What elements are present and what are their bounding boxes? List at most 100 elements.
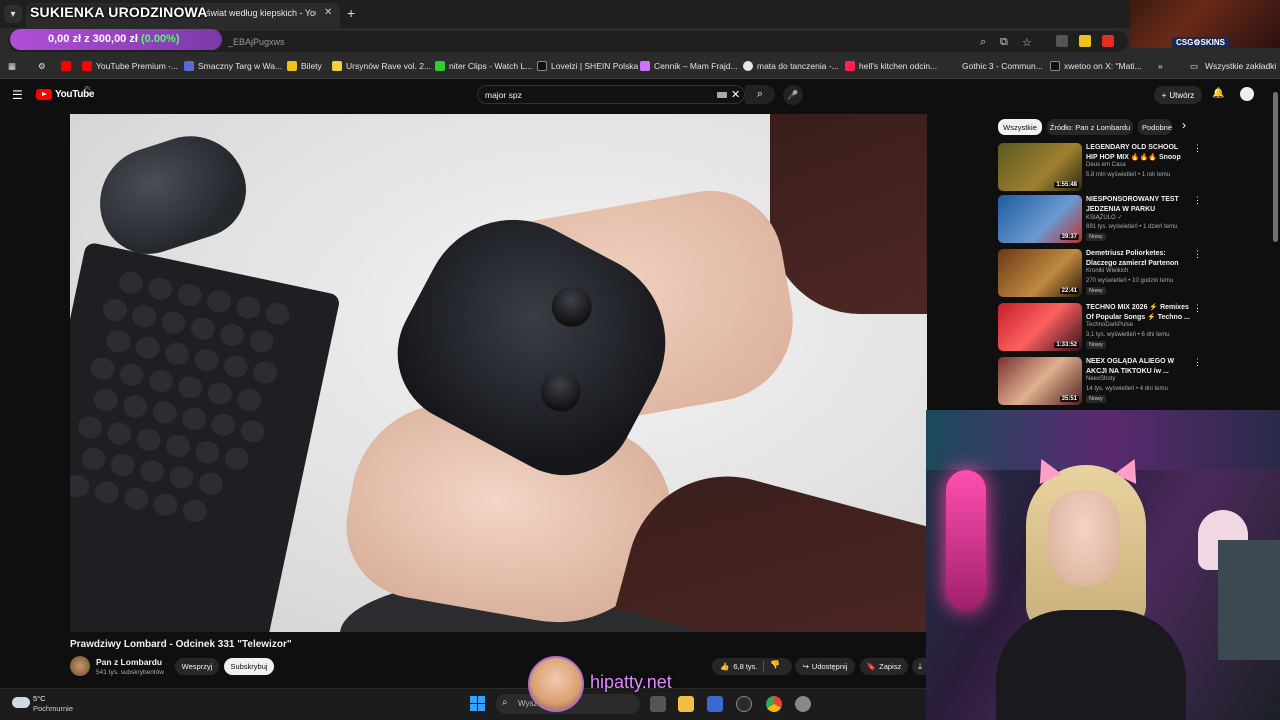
- bookmarks-overflow-icon[interactable]: »: [1158, 61, 1163, 71]
- recommendation-channel[interactable]: TechnoDarkPulse: [1086, 322, 1133, 328]
- chip-all[interactable]: Wszystkie: [998, 119, 1042, 135]
- file-explorer-icon[interactable]: [678, 696, 694, 712]
- more-options-icon[interactable]: ⋮: [1193, 303, 1202, 314]
- bookmark-item[interactable]: Lovelzi | SHEIN Polska: [551, 61, 638, 71]
- store-icon[interactable]: [707, 696, 723, 712]
- bookmark-item[interactable]: Smaczny Targ w Wa...: [198, 61, 282, 71]
- recommendation-item[interactable]: 1:33:52 TECHNO MIX 2026 ⚡ Remixes Of Pop…: [998, 303, 1268, 353]
- webcam-person-body: [996, 610, 1186, 720]
- chrome-icon[interactable]: [766, 696, 782, 712]
- recommendation-item[interactable]: 22:41 Demetriusz Poliorketes: Dlaczego z…: [998, 249, 1268, 299]
- more-options-icon[interactable]: ⋮: [1193, 143, 1202, 154]
- task-view-icon[interactable]: [650, 696, 666, 712]
- apps-grid-icon[interactable]: ▦: [8, 61, 16, 72]
- bookmark-item[interactable]: mata do tanczenia -...: [757, 61, 839, 71]
- more-options-icon[interactable]: ⋮: [1193, 357, 1202, 368]
- recommendation-title[interactable]: Demetriusz Poliorketes: Dlaczego zamierz…: [1086, 249, 1190, 268]
- settings-gear-icon[interactable]: [795, 696, 811, 712]
- tab-search-dropdown-icon[interactable]: ▾: [4, 5, 22, 23]
- bookmark-item[interactable]: xwetoo on X: "Mati...: [1064, 61, 1142, 71]
- create-button[interactable]: + Utwórz: [1154, 86, 1202, 104]
- recommendation-item[interactable]: 39:37 NIESPONSOROWANY TEST JEDZENIA W PA…: [998, 195, 1268, 245]
- search-button[interactable]: ⌕: [745, 85, 775, 104]
- share-button[interactable]: ↪ Udostępnij: [795, 658, 855, 675]
- new-tab-button[interactable]: +: [347, 5, 355, 21]
- recommendation-meta: 3,1 tys. wyświetleń • 6 dni temu: [1086, 332, 1170, 338]
- video-frame-sleeve: [770, 114, 927, 314]
- more-options-icon[interactable]: ⋮: [1193, 249, 1202, 260]
- weather-description[interactable]: Pochmurnie: [33, 704, 73, 713]
- channel-avatar[interactable]: [70, 656, 90, 676]
- scrollbar-thumb[interactable]: [1273, 92, 1278, 242]
- bookmark-favicon: [640, 61, 650, 71]
- weather-temperature[interactable]: 5°C: [33, 694, 46, 703]
- recommendation-title[interactable]: LEGENDARY OLD SCHOOL HIP HOP MIX 🔥🔥🔥 Sno…: [1086, 143, 1190, 162]
- donation-goal: 300,00 zł: [92, 33, 138, 45]
- search-icon: ⌕: [502, 697, 508, 708]
- recommendation-meta: 14 tys. wyświetleń • 4 dni temu: [1086, 386, 1168, 392]
- bookmark-item[interactable]: Ursynów Rave vol. 2...: [346, 61, 431, 71]
- save-label: Zapisz: [879, 662, 902, 671]
- recommendation-title[interactable]: NIESPONSOROWANY TEST JEDZENIA W PARKU RO…: [1086, 195, 1190, 214]
- bookmark-item[interactable]: YouTube Premium -...: [96, 61, 178, 71]
- recommendation-meta: 5,8 mln wyświetleń • 1 rok temu: [1086, 172, 1171, 178]
- voice-search-button[interactable]: 🎤: [783, 85, 803, 105]
- cloud-icon[interactable]: [12, 697, 30, 708]
- menu-icon[interactable]: ☰: [12, 88, 23, 102]
- recommendation-channel[interactable]: NeexShoty: [1086, 376, 1115, 382]
- keyboard-icon[interactable]: [717, 92, 727, 98]
- streamer-webcam: [926, 410, 1280, 720]
- extension-icon[interactable]: [1102, 35, 1114, 47]
- bookmark-star-icon[interactable]: ☆: [1022, 36, 1032, 49]
- video-title: Prawdziwy Lombard - Odcinek 331 "Telewiz…: [70, 639, 292, 650]
- recommendation-title[interactable]: NEEX OGLĄDA ALIEGO W AKCJI NA TIKTOKU /w…: [1086, 357, 1190, 376]
- recommendation-thumbnail[interactable]: 1:33:52: [998, 303, 1082, 351]
- notifications-bell-icon[interactable]: 🔔: [1212, 88, 1224, 99]
- recommendation-thumbnail[interactable]: 35:51: [998, 357, 1082, 405]
- chrome-settings-icon[interactable]: ⚙: [38, 61, 46, 72]
- recommendation-channel[interactable]: Kroniki Wielkich: [1086, 268, 1128, 274]
- recommendation-title[interactable]: TECHNO MIX 2026 ⚡ Remixes Of Popular Son…: [1086, 303, 1190, 322]
- recommendation-channel[interactable]: Deus em Casa: [1086, 162, 1126, 168]
- bookmark-item[interactable]: Cennik – Mam Frajd...: [654, 61, 738, 71]
- recommendation-item[interactable]: 35:51 NEEX OGLĄDA ALIEGO W AKCJI NA TIKT…: [998, 357, 1268, 407]
- dislike-icon[interactable]: 👎: [770, 660, 780, 669]
- youtube-bookmark-icon[interactable]: [61, 61, 71, 71]
- bookmark-favicon: [184, 61, 194, 71]
- chevron-right-icon[interactable]: ›: [1182, 118, 1186, 132]
- recommendation-thumbnail[interactable]: 39:37: [998, 195, 1082, 243]
- chip-source[interactable]: Źródło: Pan z Lombardu: [1047, 119, 1133, 135]
- zoom-icon[interactable]: ⌕: [980, 36, 986, 49]
- extension-icon[interactable]: [1079, 35, 1091, 47]
- support-button[interactable]: Wesprzyj: [175, 658, 219, 675]
- chip-similar[interactable]: Podobne: [1138, 119, 1172, 135]
- account-avatar[interactable]: [1240, 87, 1254, 101]
- windows-start-icon[interactable]: [470, 696, 485, 711]
- recommendation-item[interactable]: 1:55:48 LEGENDARY OLD SCHOOL HIP HOP MIX…: [998, 143, 1268, 193]
- new-badge: Nowy: [1086, 395, 1106, 403]
- video-player[interactable]: [70, 114, 927, 632]
- donation-sep: z: [84, 33, 90, 45]
- extension-icon[interactable]: [1056, 35, 1068, 47]
- bookmark-item[interactable]: niter Clips - Watch L...: [449, 61, 532, 71]
- browser-tab-title: świat według kiepskich - YouTube: [206, 8, 316, 18]
- all-bookmarks-link[interactable]: Wszystkie zakładki: [1205, 61, 1276, 71]
- app-icon[interactable]: [736, 696, 752, 712]
- recommendation-thumbnail[interactable]: 22:41: [998, 249, 1082, 297]
- more-options-icon[interactable]: ⋮: [1193, 195, 1202, 206]
- bookmark-item[interactable]: hell's kitchen odcin...: [859, 61, 937, 71]
- video-duration: 39:37: [1059, 234, 1079, 240]
- bookmark-item[interactable]: Gothic 3 - Commun...: [962, 61, 1043, 71]
- save-icon: 🔖: [866, 662, 877, 671]
- tab-close-icon[interactable]: ✕: [324, 7, 332, 18]
- search-clear-icon[interactable]: ✕: [731, 88, 740, 101]
- cast-icon[interactable]: ⧉: [1000, 36, 1008, 49]
- recommendation-thumbnail[interactable]: 1:55:48: [998, 143, 1082, 191]
- bookmark-favicon: [435, 61, 445, 71]
- like-button[interactable]: 👍 6,8 tys.: [712, 658, 792, 675]
- recommendation-channel[interactable]: KSIĄŻULO ✓: [1086, 214, 1122, 221]
- channel-name[interactable]: Pan z Lombardu: [96, 657, 162, 667]
- subscribe-button[interactable]: Subskrybuj: [224, 658, 274, 675]
- save-button[interactable]: 🔖 Zapisz: [860, 658, 908, 675]
- bookmark-item[interactable]: Bilety: [301, 61, 322, 71]
